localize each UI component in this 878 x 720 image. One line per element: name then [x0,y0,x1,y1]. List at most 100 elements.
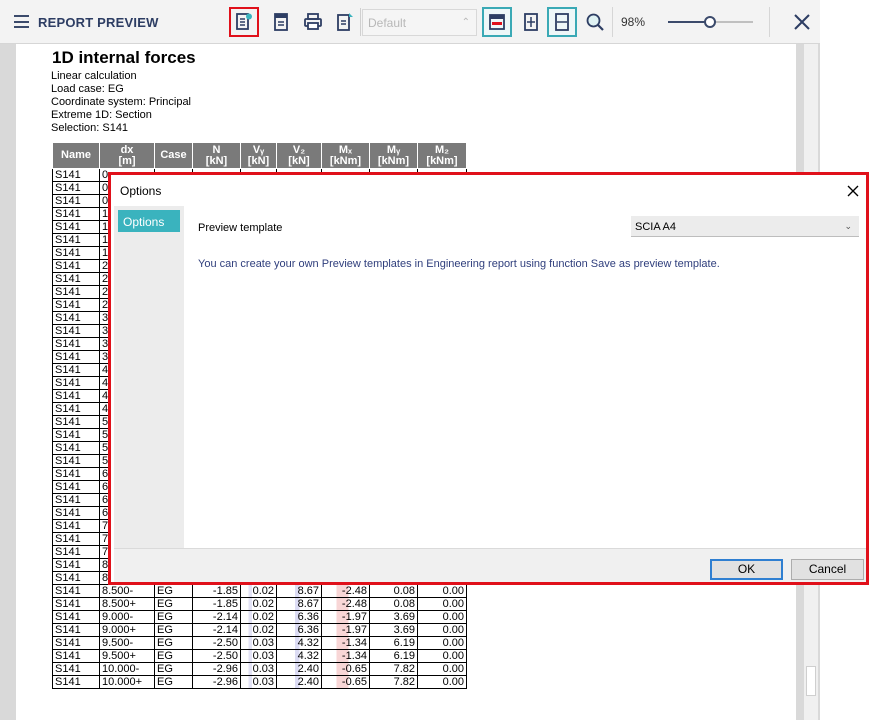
column-unit: [kN] [288,154,310,167]
table-cell: -2.48 [321,584,370,598]
column-unit: [kNm] [329,154,362,167]
fit-page-button[interactable] [516,7,546,37]
export-icon [337,13,353,31]
table-cell: EG [154,636,193,650]
column-name: N [212,143,221,156]
table-cell: EG [154,662,193,676]
table-cell: 6.36 [276,610,322,624]
page-template-button[interactable] [266,7,296,37]
layout-panel-icon [489,14,505,30]
zoom-icon [586,13,604,31]
table-cell: -1.34 [321,636,370,650]
table-cell: 3.69 [369,623,418,637]
table-cell: S141 [52,350,100,364]
zoom-label: 98% [621,15,646,29]
column-name: Mᵧ [386,143,401,156]
column-header: Case [154,142,193,169]
table-cell: S141 [52,584,100,598]
table-cell: 3.69 [369,610,418,624]
column-unit: [kNm] [377,154,410,167]
table-cell: EG [154,649,193,663]
table-cell: 9.000+ [99,623,155,637]
table-cell: 0.08 [369,597,418,611]
column-unit: [m] [118,154,136,167]
table-cell: -1.97 [321,623,370,637]
tab-options[interactable]: Options [118,210,180,232]
column-header: N [kN] [192,142,241,169]
chevron-up-icon: ⌃ [461,17,470,28]
table-cell: 0.02 [240,610,277,624]
table-row: S141 9.000- EG -2.14 0.02 6.36 -1.97 3.69 0.00 [52,610,467,624]
column-name: M₂ [434,143,450,156]
column-name: Case [160,149,187,161]
table-cell: EG [154,675,193,689]
table-cell: S141 [52,233,100,247]
fit-page-icon [524,13,538,31]
column-name: Mₓ [338,143,353,156]
table-cell: 8.67 [276,584,322,598]
table-cell: 6.36 [276,623,322,637]
column-name: V₂ [292,143,306,156]
fit-width-button[interactable] [547,7,577,37]
zoom-slider-handle[interactable] [703,16,716,28]
cancel-button[interactable]: Cancel [791,559,864,580]
table-cell: 6.19 [369,649,418,663]
table-cell: S141 [52,636,100,650]
column-header: Mᵧ [kNm] [369,142,418,169]
table-cell: S141 [52,324,100,338]
table-cell: S141 [52,298,100,312]
table-cell: 0.00 [417,636,467,650]
column-unit: [kN] [247,154,270,167]
report-title: 1D internal forces [52,48,196,67]
table-cell: -0.65 [321,675,370,689]
preview-template-label: Preview template [198,222,283,234]
table-cell: 7.82 [369,662,418,676]
table-cell: 10.000- [99,662,155,676]
zoom-slider[interactable] [668,16,753,28]
table-cell: -2.96 [192,662,241,676]
table-cell: S141 [52,623,100,637]
table-cell: 10.000+ [99,675,155,689]
table-cell: -2.96 [192,675,241,689]
hamburger-menu-icon[interactable] [14,15,29,28]
table-cell: 6.19 [369,636,418,650]
meta-line: Linear calculation [51,70,137,82]
layout-panel-button[interactable] [482,7,512,37]
dialog-close-button[interactable] [844,182,862,200]
table-cell: -1.97 [321,610,370,624]
table-row: S141 8.500- EG -1.85 0.02 8.67 -2.48 0.08 0.00 [52,584,467,598]
table-cell: 0.00 [417,597,467,611]
table-cell: S141 [52,454,100,468]
meta-line: Coordinate system: Principal [51,96,192,108]
table-cell: S141 [52,272,100,286]
table-cell: S141 [52,545,100,559]
table-cell: -0.65 [321,662,370,676]
zoom-button[interactable] [580,7,610,37]
close-button[interactable] [786,7,818,37]
meta-line: Selection: S141 [51,122,129,134]
table-cell: S141 [52,493,100,507]
table-cell: S141 [52,649,100,663]
table-cell: 0.00 [417,675,467,689]
print-icon [304,13,322,30]
table-cell: 2.40 [276,662,322,676]
template-select[interactable]: Default ⌃ [362,9,477,36]
column-unit: [kN] [205,154,228,167]
table-cell: S141 [52,220,100,234]
table-cell: EG [154,597,193,611]
preview-options-button[interactable] [229,7,259,37]
print-button[interactable] [298,7,328,37]
fit-width-icon [555,13,569,31]
table-cell: 0.08 [369,584,418,598]
table-cell: EG [154,610,193,624]
scrollbar-thumb[interactable] [806,666,816,696]
table-cell: 4.32 [276,649,322,663]
dialog-footer: OK Cancel [114,548,866,582]
preview-template-select[interactable]: SCIA A4 ⌄ [631,216,859,237]
export-button[interactable] [330,7,360,37]
column-unit: [kNm] [426,154,458,167]
ok-button[interactable]: OK [710,559,783,580]
table-cell: 4.32 [276,636,322,650]
table-cell: S141 [52,181,100,195]
table-cell: 9.500- [99,636,155,650]
